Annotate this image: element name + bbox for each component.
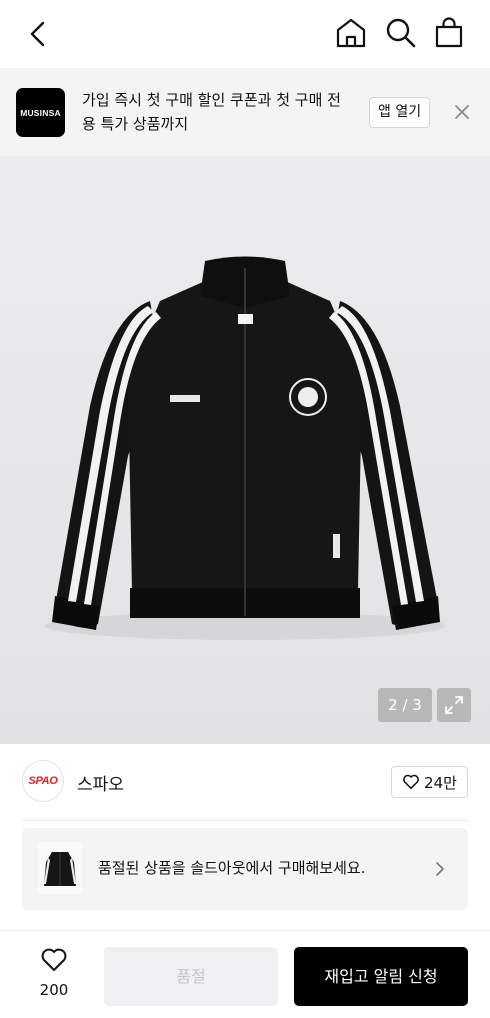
search-icon[interactable] (384, 16, 418, 50)
promo-message: 가입 즉시 첫 구매 할인 쿠폰과 첫 구매 전용 특가 상품까지 (82, 91, 341, 133)
restock-alert-button[interactable]: 재입고 알림 신청 (294, 947, 468, 1006)
shopping-bag-icon[interactable] (432, 16, 466, 50)
image-counter: 2 / 3 (378, 688, 432, 722)
soldout-thumbnail (38, 842, 82, 894)
soldout-button: 품절 (104, 947, 278, 1006)
expand-icon[interactable] (437, 688, 471, 722)
brand-logo[interactable]: SPAO (22, 760, 64, 802)
soldout-message: 품절된 상품을 솔드아웃에서 구매해보세요. (98, 859, 366, 877)
heart-icon (41, 948, 67, 971)
brand-row: SPAO 스파오 24만 (0, 744, 490, 820)
app-promo-banner: MUSINSA 가입 즉시 첫 구매 할인 쿠폰과 첫 구매 전용 특가 상품까… (0, 68, 490, 156)
divider (22, 820, 468, 821)
brand-name[interactable]: 스파오 (77, 770, 124, 795)
brand-like-button[interactable]: 24만 (391, 766, 468, 798)
wishlist-count: 200 (39, 981, 69, 999)
product-image (0, 156, 490, 744)
open-app-button[interactable]: 앱 열기 (369, 97, 431, 128)
wishlist-button[interactable]: 200 (22, 945, 86, 1009)
bottom-action-bar: 200 품절 재입고 알림 신청 (0, 930, 490, 1018)
chevron-left-icon[interactable] (22, 18, 54, 50)
close-icon[interactable] (452, 102, 472, 122)
home-icon[interactable] (334, 16, 368, 50)
musinsa-logo: MUSINSA (16, 88, 65, 137)
heart-icon (403, 774, 419, 790)
chevron-right-icon (436, 862, 444, 876)
brand-like-count: 24만 (424, 773, 457, 792)
soldout-card[interactable]: 품절된 상품을 솔드아웃에서 구매해보세요. (22, 828, 468, 910)
top-navigation (0, 0, 490, 68)
product-image-gallery[interactable]: 2 / 3 (0, 156, 490, 744)
